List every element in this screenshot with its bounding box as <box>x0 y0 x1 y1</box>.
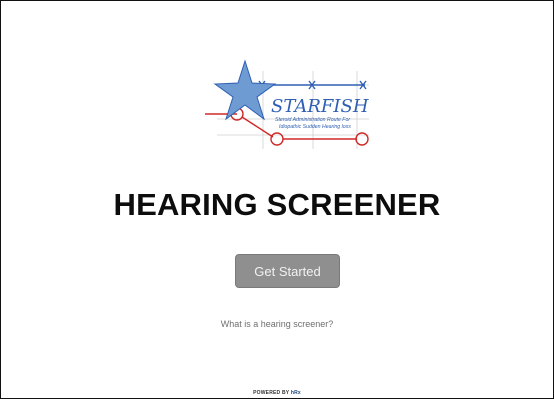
page-frame: STARFISH Steroid Administration Route Fo… <box>0 0 554 399</box>
logo-wordmark: STARFISH <box>271 96 369 117</box>
page-title: HEARING SCREENER <box>113 187 441 222</box>
logo-tagline-2: Idiopathic Sudden Hearing loss <box>279 124 351 130</box>
powered-by-text: POWERED BY <box>253 390 290 396</box>
get-started-button[interactable]: Get Started <box>235 254 340 288</box>
powered-by-footer: POWERED BY hRx <box>1 390 553 396</box>
powered-by-brand: hRx <box>290 390 301 396</box>
what-is-hearing-screener-link[interactable]: What is a hearing screener? <box>1 319 553 329</box>
logo-tagline-1: Steroid Administration Route For <box>275 117 350 123</box>
starfish-logo-graphic: STARFISH Steroid Administration Route Fo… <box>205 59 369 149</box>
starfish-icon <box>213 59 277 121</box>
starfish-logo: STARFISH Steroid Administration Route Fo… <box>197 57 377 153</box>
